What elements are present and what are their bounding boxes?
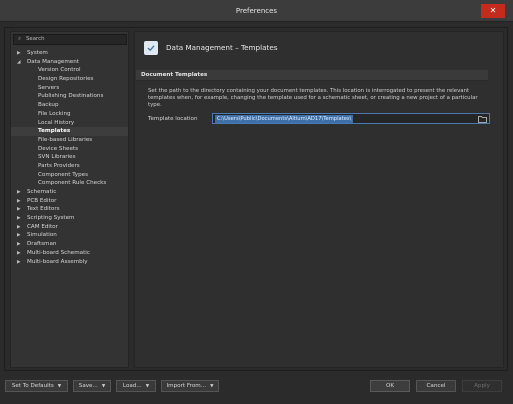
tree-item[interactable]: ▶ Draftsman [11,240,128,249]
apply-button[interactable]: Apply [462,380,502,392]
folder-icon[interactable] [478,115,487,123]
tree-item-label: Multi-board Assembly [27,258,88,265]
template-location-field[interactable]: C:\Users\Public\Documents\Altium\AD17\Te… [212,113,490,124]
preferences-dialog: ⌕ Search ▶ System ◢ Data Management Version C… [4,27,508,371]
close-button[interactable]: ✕ [481,4,505,18]
section-description: Set the path to the directory containing… [148,88,478,108]
tree-item[interactable]: ▶ Multi-board Assembly [11,258,128,267]
ok-button[interactable]: OK [370,380,410,392]
tree-item[interactable]: File-based Libraries [11,136,128,145]
search-placeholder: Search [26,36,45,42]
tree-item-label: Parts Providers [38,162,80,169]
search-icon: ⌕ [18,36,22,42]
page-title: Data Management – Templates [166,43,278,52]
tree-item[interactable]: Servers [11,84,128,93]
tree-item-label: Component Rule Checks [38,180,107,187]
navigation-panel: ⌕ Search ▶ System ◢ Data Management Version C… [10,31,129,368]
dropdown-arrow-icon: ▼ [145,384,150,389]
tree-item[interactable]: ▶ Multi-board Schematic [11,249,128,258]
save-label: Save... [78,383,98,389]
tree-item-label: Draftsman [27,241,57,248]
tree-item-label: Design Repositories [38,76,94,83]
tree-item[interactable]: ◢ Data Management [11,58,128,67]
template-location-value[interactable]: C:\Users\Public\Documents\Altium\AD17\Te… [215,115,354,123]
set-to-defaults-label: Set To Defaults [11,383,54,389]
load-button[interactable]: Load... ▼ [116,380,156,392]
tree-item[interactable]: Backup [11,101,128,110]
tree-item-label: Publishing Destinations [38,93,104,100]
tree-item-label: PCB Editor [27,197,57,204]
search-input[interactable]: ⌕ Search [13,34,127,45]
button-bar: Set To Defaults ▼ Save... ▼ Load... ▼ Impor… [0,373,513,404]
tree-item-label: Device Sheets [38,145,78,152]
tree-item[interactable]: Publishing Destinations [11,92,128,101]
template-location-label: Template location [148,116,198,122]
tree-item[interactable]: ▶ Simulation [11,231,128,240]
tree-item-label: Simulation [27,232,57,239]
tree-item-label: Schematic [27,189,57,195]
tree-item-label: Data Management [27,58,79,65]
tree-item[interactable]: ▶ Schematic [11,188,128,197]
tree-item[interactable]: Component Rule Checks [11,179,128,188]
collapsed-arrow-icon[interactable]: ▶ [17,259,27,268]
load-label: Load... [122,383,142,389]
tree-item[interactable]: ▶ CAM Editor [11,223,128,232]
expanded-arrow-icon[interactable]: ◢ [17,59,27,68]
tree-item-label: Scripting System [27,215,75,222]
dropdown-arrow-icon: ▼ [210,384,214,389]
tree-item[interactable]: Component Types [11,171,128,180]
tree-item-label: Text Editors [27,206,60,213]
tree-item[interactable]: File Locking [11,110,128,119]
tree-item[interactable]: Version Control [11,66,128,75]
tree-item[interactable]: Local History [11,119,128,128]
tree-item[interactable]: ▶ PCB Editor [11,197,128,206]
tree-item[interactable]: Design Repositories [11,75,128,84]
tree-item-label: SVN Libraries [38,154,76,161]
cancel-button[interactable]: Cancel [416,380,456,392]
tree-item-label: Templates [38,128,71,135]
dropdown-arrow-icon: ▼ [57,384,62,389]
tree-item[interactable]: SVN Libraries [11,153,128,162]
check-icon [144,41,158,55]
content-panel: Data Management – Templates Document Tem… [134,31,504,368]
tree-item-label: Backup [38,102,59,109]
tree-item[interactable]: ▶ System [11,49,128,58]
title-bar: Preferences ✕ [0,0,513,22]
tree-item-label: Servers [38,84,60,91]
import-from-button[interactable]: Import From... ▼ [161,380,219,392]
tree-item-label: File Locking [38,110,71,117]
tree-item[interactable]: Templates [11,127,128,136]
section-header: Document Templates [136,70,488,81]
tree-item[interactable]: ▶ Scripting System [11,214,128,223]
preferences-tree: ▶ System ◢ Data Management Version Control De… [11,49,128,266]
tree-item-label: System [27,50,48,56]
tree-item-label: File-based Libraries [38,136,93,143]
tree-item-label: CAM Editor [27,223,58,230]
window-title: Preferences [235,7,278,15]
tree-item-label: Version Control [38,67,81,74]
dropdown-arrow-icon: ▼ [101,384,106,389]
tree-item[interactable]: Parts Providers [11,162,128,171]
save-button[interactable]: Save... ▼ [73,380,111,392]
tree-item-label: Local History [38,119,75,126]
tree-item[interactable]: ▶ Text Editors [11,205,128,214]
tree-item-label: Multi-board Schematic [27,249,90,256]
tree-item-label: Component Types [38,171,89,178]
import-from-label: Import From... [166,383,207,389]
set-to-defaults-button[interactable]: Set To Defaults ▼ [5,380,68,392]
tree-item[interactable]: Device Sheets [11,145,128,154]
